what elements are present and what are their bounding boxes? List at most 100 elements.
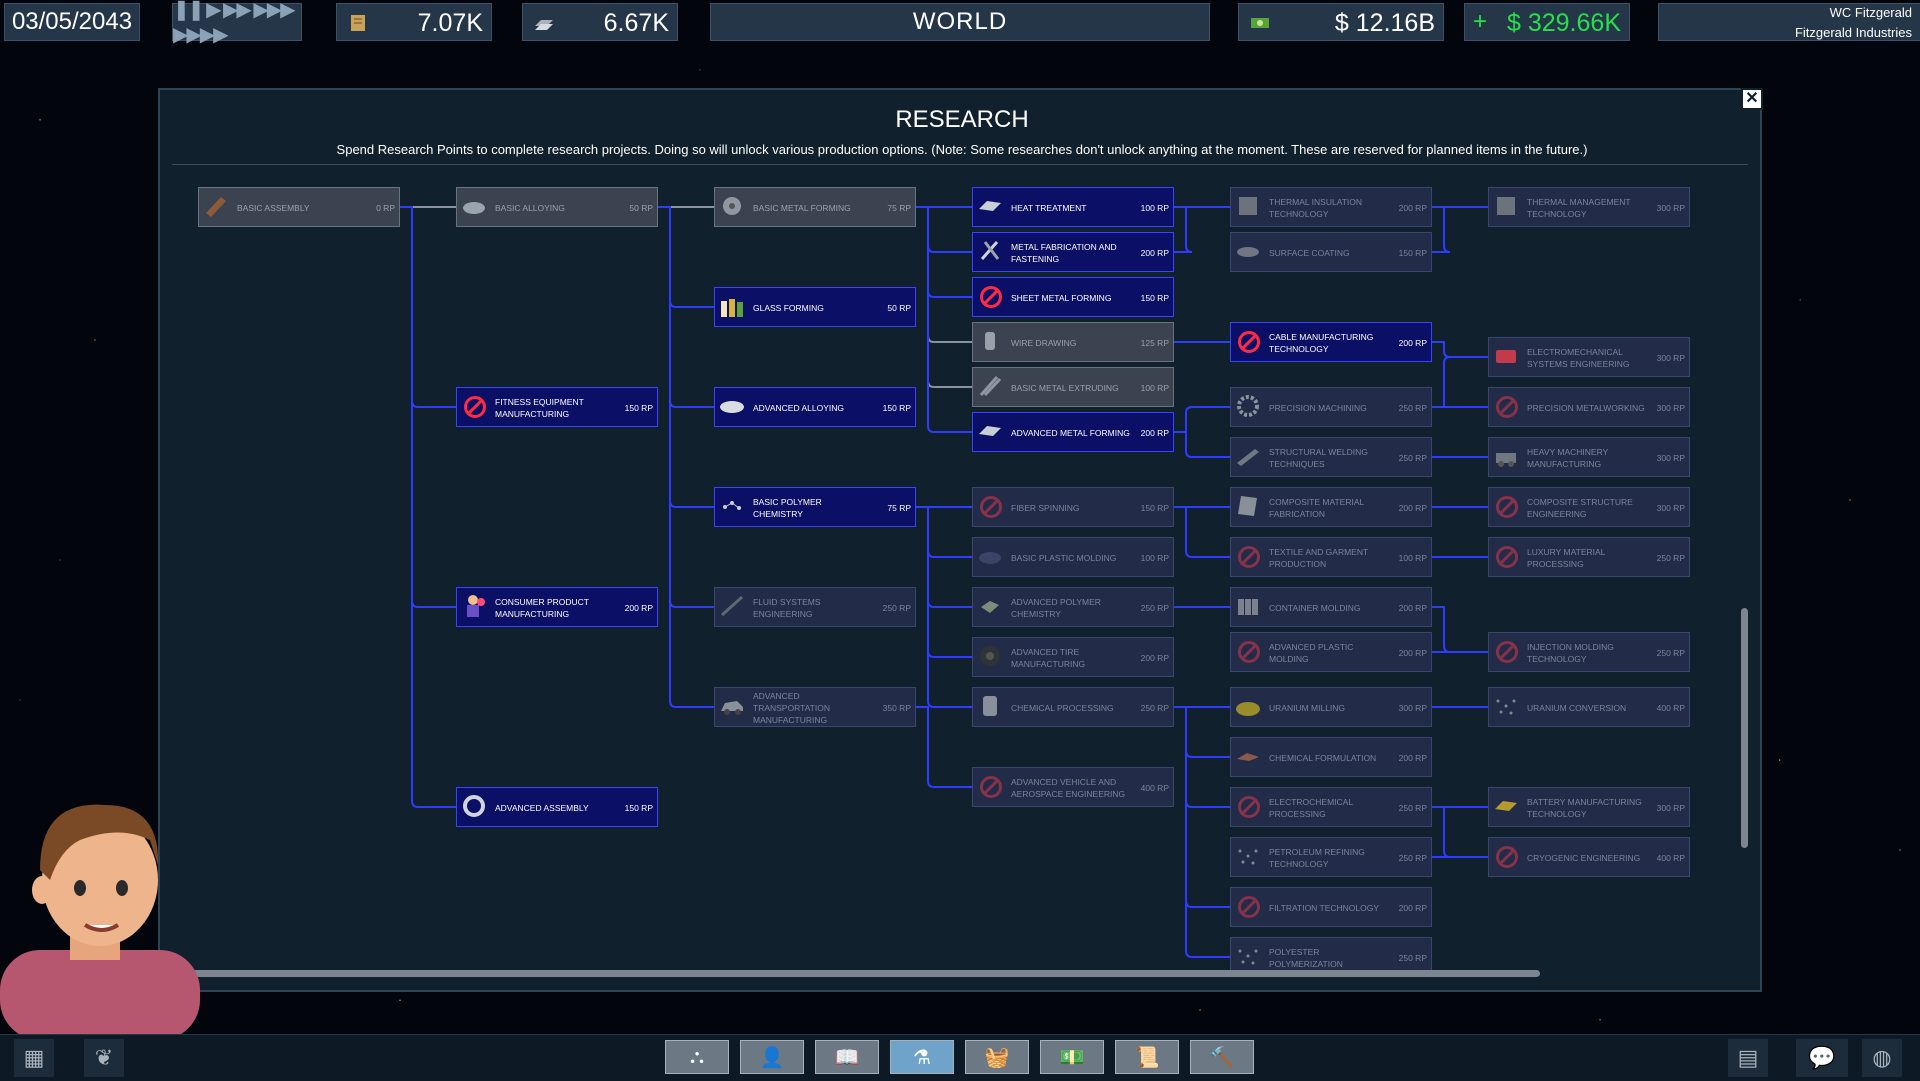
research-node[interactable]: ADVANCED METAL FORMING 200 RP [972,412,1174,452]
research-node[interactable]: ADVANCED VEHICLE AND AEROSPACE ENGINEERI… [972,767,1174,807]
org-chart-icon[interactable]: ⛬ [665,1040,729,1074]
research-node[interactable]: COMPOSITE MATERIAL FABRICATION 200 RP [1230,487,1432,527]
book-icon[interactable]: 📖 [815,1040,879,1074]
add-person-icon[interactable]: 👤 [740,1040,804,1074]
ingots-icon [535,20,553,30]
research-name: BASIC ASSEMBLY [237,203,310,213]
research-node[interactable]: INJECTION MOLDING TECHNOLOGY 250 RP [1488,632,1690,672]
research-node[interactable]: FIBER SPINNING 150 RP [972,487,1174,527]
ban-icon [977,773,1005,801]
vertical-scrollbar[interactable] [1741,608,1748,848]
research-node[interactable]: CABLE MANUFACTURING TECHNOLOGY 200 RP [1230,322,1432,362]
research-link [1174,506,1230,558]
research-node[interactable]: BASIC ALLOYING 50 RP [456,187,658,227]
research-node[interactable]: WIRE DRAWING 125 RP [972,322,1174,362]
research-cost: 150 RP [624,803,653,813]
scroll-icon [351,15,365,31]
research-node[interactable]: CHEMICAL PROCESSING 250 RP [972,687,1174,727]
research-node[interactable]: ADVANCED POLYMER CHEMISTRY 250 RP [972,587,1174,627]
research-node[interactable]: CHEMICAL FORMULATION 200 RP [1230,737,1432,777]
hammer-icon[interactable]: 🔨 [1190,1040,1254,1074]
research-cost: 150 RP [1140,293,1169,303]
research-node[interactable]: THERMAL INSULATION TECHNOLOGY 200 RP [1230,187,1432,227]
ban-icon [977,283,1005,311]
close-icon[interactable]: ✕ [1741,88,1763,110]
globe-icon[interactable]: ◍ [1862,1039,1902,1077]
research-node[interactable]: ADVANCED ASSEMBLY 150 RP [456,787,658,827]
speed-icons[interactable]: ❚❚ ▶ ▶▶ ▶▶▶ ▶▶▶▶ [173,0,301,47]
research-node[interactable]: METAL FABRICATION AND FASTENING 200 RP [972,232,1174,272]
research-node[interactable]: LUXURY MATERIAL PROCESSING 250 RP [1488,537,1690,577]
research-node[interactable]: URANIUM MILLING 300 RP [1230,687,1432,727]
research-cost: 300 RP [1656,803,1685,813]
research-node[interactable]: FLUID SYSTEMS ENGINEERING 250 RP [714,587,916,627]
research-name: CHEMICAL FORMULATION [1269,753,1377,763]
research-name: ADVANCED PLASTIC MOLDING [1269,642,1354,664]
grid-icon[interactable]: ▦ [14,1039,54,1077]
research-node[interactable]: BATTERY MANUFACTURING TECHNOLOGY 300 RP [1488,787,1690,827]
research-node[interactable]: BASIC POLYMER CHEMISTRY 75 RP [714,487,916,527]
research-link [1174,406,1230,433]
research-cost: 400 RP [1656,703,1685,713]
research-node[interactable]: BASIC METAL EXTRUDING 100 RP [972,367,1174,407]
research-node[interactable]: ADVANCED ALLOYING 150 RP [714,387,916,427]
research-node[interactable]: THERMAL MANAGEMENT TECHNOLOGY 300 RP [1488,187,1690,227]
dots-icon [1235,843,1263,871]
research-node[interactable]: FILTRATION TECHNOLOGY 200 RP [1230,887,1432,927]
research-cost: 75 RP [887,203,911,213]
research-node[interactable]: FITNESS EQUIPMENT MANUFACTURING 150 RP [456,387,658,427]
ban-icon [1235,328,1263,356]
research-node[interactable]: PRECISION MACHINING 250 RP [1230,387,1432,427]
archive-icon[interactable]: ▤ [1728,1039,1768,1077]
research-node[interactable]: HEAVY MACHINERY MANUFACTURING 300 RP [1488,437,1690,477]
research-node[interactable]: STRUCTURAL WELDING TECHNIQUES 250 RP [1230,437,1432,477]
chat-icon[interactable]: 💬 [1796,1039,1848,1077]
contract-icon[interactable]: 📜 [1115,1040,1179,1074]
research-node[interactable]: CRYOGENIC ENGINEERING 400 RP [1488,837,1690,877]
pipe-icon [719,593,747,621]
company-info[interactable]: WC Fitzgerald Fitzgerald Industries [1658,3,1920,41]
research-node[interactable]: ADVANCED PLASTIC MOLDING 200 RP [1230,632,1432,672]
research-name: THERMAL INSULATION TECHNOLOGY [1269,197,1363,219]
research-node[interactable]: COMPOSITE STRUCTURE ENGINEERING 300 RP [1488,487,1690,527]
research-cost: 200 RP [1140,248,1169,258]
research-name: HEAT TREATMENT [1011,203,1087,213]
research-node[interactable]: ADVANCED TRANSPORTATION MANUFACTURING 350… [714,687,916,727]
world-view-button[interactable]: WORLD [710,3,1210,41]
research-node[interactable]: SURFACE COATING 150 RP [1230,232,1432,272]
resource-counter: 6.67K [522,3,678,41]
speed-controls[interactable]: ❚❚ ▶ ▶▶ ▶▶▶ ▶▶▶▶ [172,0,302,46]
research-tree[interactable]: BASIC ASSEMBLY 0 RP BASIC ALLOYING 50 RP BAS… [160,90,1764,994]
research-node[interactable]: URANIUM CONVERSION 400 RP [1488,687,1690,727]
research-node[interactable]: BASIC ASSEMBLY 0 RP [198,187,400,227]
research-node[interactable]: PRECISION METALWORKING 300 RP [1488,387,1690,427]
bottom-toolbar: ▦ ❦ ⛬ 👤 📖 ⚗ 🧺 💵 📜 🔨 ▤ 💬 ◍ [0,1034,1920,1081]
cups-icon [1235,593,1263,621]
tools-icon [977,238,1005,266]
basket-icon[interactable]: 🧺 [965,1040,1029,1074]
research-node[interactable]: HEAT TREATMENT 100 RP [972,187,1174,227]
research-node[interactable]: TEXTILE AND GARMENT PRODUCTION 100 RP [1230,537,1432,577]
horizontal-scrollbar[interactable] [174,970,1540,977]
research-name: URANIUM CONVERSION [1527,703,1627,713]
money-icon[interactable]: 💵 [1040,1040,1104,1074]
plant-icon[interactable]: ❦ [84,1039,124,1077]
research-name: METAL FABRICATION AND FASTENING [1011,242,1117,264]
flask-icon [1235,743,1263,771]
research-node[interactable]: GLASS FORMING 50 RP [714,287,916,327]
research-node[interactable]: ADVANCED TIRE MANUFACTURING 200 RP [972,637,1174,677]
research-name: COMPOSITE MATERIAL FABRICATION [1269,497,1364,519]
research-node[interactable]: BASIC PLASTIC MOLDING 100 RP [972,537,1174,577]
bottles-icon [719,293,747,321]
research-link [916,206,972,433]
research-node[interactable]: ELECTROMECHANICAL SYSTEMS ENGINEERING 300… [1488,337,1690,377]
research-node[interactable]: SHEET METAL FORMING 150 RP [972,277,1174,317]
research-node[interactable]: ELECTROCHEMICAL PROCESSING 250 RP [1230,787,1432,827]
research-node[interactable]: CONTAINER MOLDING 200 RP [1230,587,1432,627]
date-text: 03/05/2043 [11,8,133,35]
research-node[interactable]: CONSUMER PRODUCT MANUFACTURING 200 RP [456,587,658,627]
research-node[interactable]: PETROLEUM REFINING TECHNOLOGY 250 RP [1230,837,1432,877]
research-node[interactable]: BASIC METAL FORMING 75 RP [714,187,916,227]
research-cost: 200 RP [1398,503,1427,513]
flask-icon[interactable]: ⚗ [890,1040,954,1074]
